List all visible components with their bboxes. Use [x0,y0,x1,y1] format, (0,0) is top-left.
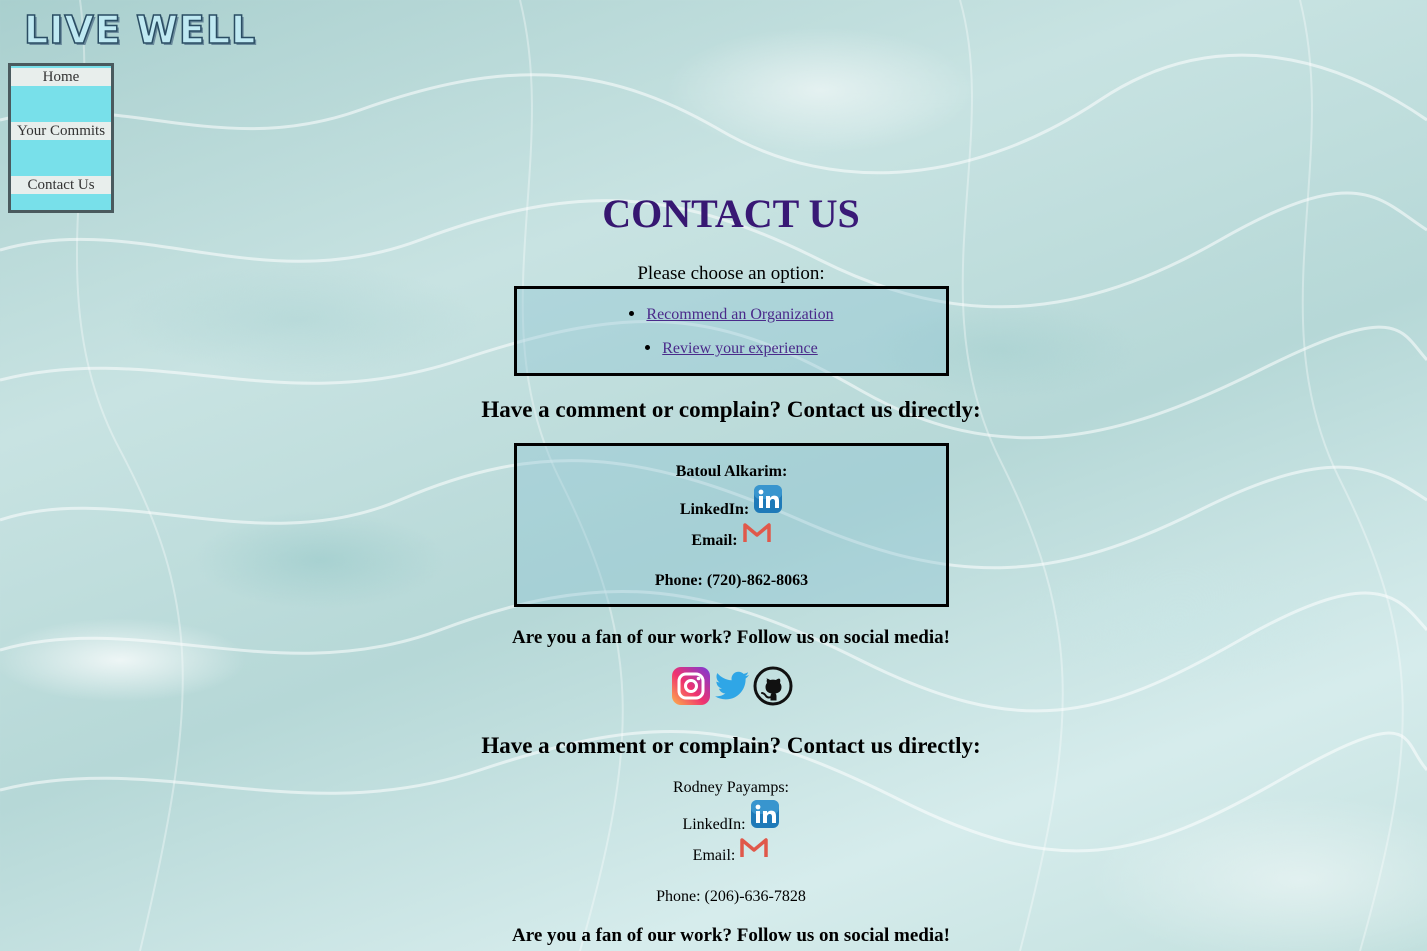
twitter-icon[interactable] [713,669,751,708]
list-item: Recommend an Organization [517,306,946,324]
bullet-icon [629,310,635,316]
linkedin-row: LinkedIn: [517,484,946,519]
linkedin-icon[interactable] [753,484,783,519]
recommend-organization-link[interactable]: Recommend an Organization [646,306,833,323]
page-title: CONTACT US [0,190,1427,237]
options-box: Recommend an Organization Review your ex… [514,286,949,376]
contact-name: Rodney Payamps: [673,779,789,796]
nav-item-your-commits[interactable]: Your Commits [11,122,111,140]
gmail-icon[interactable] [739,836,769,865]
contact-name: Batoul Alkarim: [675,463,788,480]
linkedin-row: LinkedIn: [0,799,1427,834]
phone-number: Phone: (206)-636-7828 [656,888,806,905]
instagram-icon[interactable] [671,666,711,711]
email-label: Email: [691,532,738,549]
nav-item-home[interactable]: Home [11,68,111,86]
github-icon[interactable] [753,666,793,711]
email-row: Email: [0,836,1427,865]
comment-heading: Have a comment or complain? Contact us d… [481,397,981,422]
social-follow-text: Are you a fan of our work? Follow us on … [512,925,950,946]
bullet-icon [645,344,651,350]
site-logo[interactable]: LIVE WELL [23,7,256,53]
review-experience-link[interactable]: Review your experience [662,340,817,357]
phone-number: Phone: (720)-862-8063 [654,572,809,589]
linkedin-icon[interactable] [750,799,780,834]
linkedin-label: LinkedIn: [682,816,746,833]
social-links [671,666,793,711]
comment-heading: Have a comment or complain? Contact us d… [481,733,981,758]
choose-option-text: Please choose an option: [637,263,825,284]
email-label: Email: [692,847,736,864]
email-row: Email: [517,521,946,550]
gmail-icon[interactable] [742,521,772,550]
linkedin-label: LinkedIn: [679,501,750,518]
contact-card: Batoul Alkarim: LinkedIn: Email: Phone: … [514,443,949,607]
list-item: Review your experience [517,340,946,358]
social-follow-text: Are you a fan of our work? Follow us on … [512,627,950,648]
